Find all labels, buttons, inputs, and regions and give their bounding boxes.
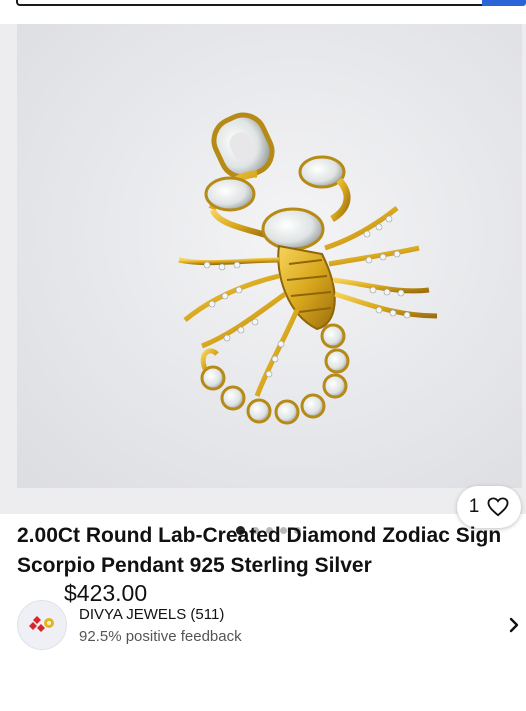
product-photo[interactable] [17, 24, 522, 488]
seller-info-row[interactable]: DIVYA JEWELS (511) 92.5% positive feedba… [0, 598, 526, 654]
chevron-right-icon[interactable] [507, 616, 521, 634]
watch-count: 1 [468, 496, 480, 517]
listing-title: 2.00Ct Round Lab-Created Diamond Zodiac … [17, 524, 502, 577]
heart-icon [487, 497, 509, 517]
search-input[interactable] [16, 0, 486, 6]
seller-avatar [17, 600, 67, 650]
seller-name[interactable]: DIVYA JEWELS (511) [79, 606, 224, 623]
scorpio-pendant-image [178, 112, 438, 425]
seller-logo-icon [29, 616, 54, 632]
search-button[interactable] [482, 0, 526, 6]
seller-feedback: 92.5% positive feedback [79, 628, 242, 645]
top-search-bar [0, 0, 526, 22]
image-gallery[interactable]: 1 [0, 24, 526, 535]
